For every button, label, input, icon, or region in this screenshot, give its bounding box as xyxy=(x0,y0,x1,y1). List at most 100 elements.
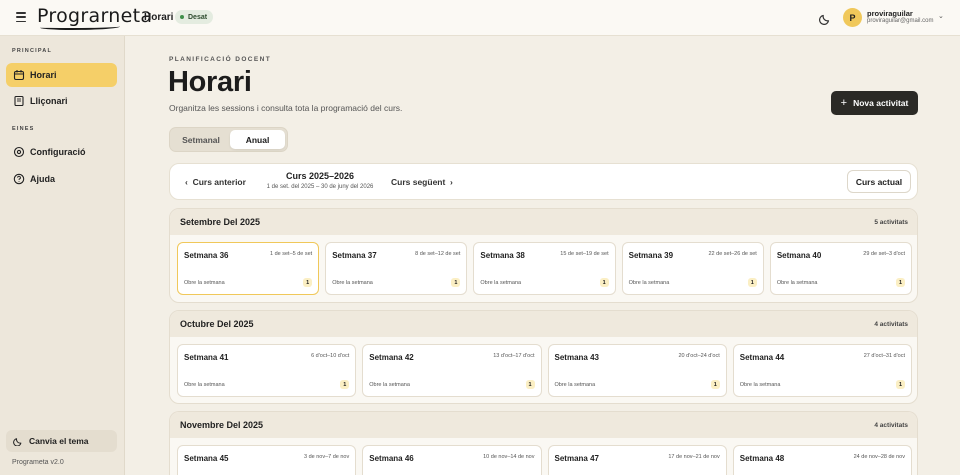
sidebar-item-ajuda[interactable]: Ajuda xyxy=(6,167,117,191)
chevron-down-icon[interactable]: ⌄ xyxy=(938,12,944,20)
week-name: Setmana 41 xyxy=(184,353,229,362)
month-card-setembre: Setembre Del 2025 5 activitats Setmana 3… xyxy=(169,208,918,303)
change-theme-label: Canvia el tema xyxy=(29,436,89,446)
previous-year-button[interactable]: ‹ Curs anterior xyxy=(185,177,246,187)
status-dot-icon xyxy=(180,15,184,19)
sidebar: PRINCIPAL Horari Lliçonari EINES Configu… xyxy=(0,36,125,475)
week-name: Setmana 39 xyxy=(628,251,674,260)
week-list: Setmana 45 3 de nov–7 de nov Setmana 46 10… xyxy=(177,445,912,475)
week-name: Setmana 43 xyxy=(554,353,599,362)
top-bar: Prograrneta Horari Desat P proviraguilar… xyxy=(0,0,960,36)
next-year-label: Curs següent xyxy=(391,177,446,187)
open-week-link[interactable]: Obre la setmana xyxy=(777,280,818,286)
sidebar-item-label: Lliçonari xyxy=(30,96,68,106)
week-card[interactable]: Setmana 40 29 de set–3 d'oct Obre la setma… xyxy=(769,242,913,295)
week-card[interactable]: Setmana 45 3 de nov–7 de nov xyxy=(177,445,357,475)
week-card[interactable]: Setmana 42 13 d'oct–17 d'oct Obre la setma… xyxy=(362,344,542,397)
month-card-octubre: Octubre Del 2025 4 activitats Setmana 41… xyxy=(169,310,918,404)
open-week-link[interactable]: Obre la setmana xyxy=(740,382,781,388)
week-range: 20 d'oct–24 d'oct xyxy=(678,353,720,359)
gear-icon xyxy=(13,146,25,158)
user-email: proviraguilar@gmail.com xyxy=(867,18,934,24)
sidebar-item-label: Configuració xyxy=(30,147,86,157)
open-week-link[interactable]: Obre la setmana xyxy=(332,280,373,286)
month-header: Novembre Del 2025 4 activitats xyxy=(170,412,917,438)
open-week-link[interactable]: Obre la setmana xyxy=(480,280,521,286)
week-card[interactable]: Setmana 46 10 de nov–14 de nov xyxy=(362,445,542,475)
week-range: 29 de set–3 d'oct xyxy=(863,251,906,257)
week-activity-count: 1 xyxy=(525,380,535,389)
week-list: Setmana 41 6 d'oct–10 d'oct Obre la setman… xyxy=(177,344,912,397)
week-activity-count: 1 xyxy=(896,380,905,389)
new-activity-button[interactable]: + Nova activitat xyxy=(831,91,918,115)
year-range: 1 de set. del 2025 – 30 de juny del 2026 xyxy=(266,184,374,190)
user-name[interactable]: proviraguilar xyxy=(867,9,913,18)
year-title: Curs 2025–2026 xyxy=(285,171,355,181)
week-name: Setmana 36 xyxy=(184,251,229,260)
change-theme-button[interactable]: Canvia el tema xyxy=(6,430,117,452)
open-week-link[interactable]: Obre la setmana xyxy=(629,280,670,286)
tab-anual[interactable]: Anual xyxy=(230,130,285,149)
open-week-link[interactable]: Obre la setmana xyxy=(184,382,225,388)
month-activity-count: 4 activitats xyxy=(874,321,908,328)
week-name: Setmana 46 xyxy=(369,454,414,463)
week-card[interactable]: Setmana 48 24 de nov–28 de nov xyxy=(732,445,912,475)
week-activity-count: 1 xyxy=(710,380,720,389)
week-name: Setmana 47 xyxy=(554,454,599,463)
week-activity-count: 1 xyxy=(896,278,906,287)
sidebar-item-horari[interactable]: Horari xyxy=(6,63,117,87)
year-navigator: ‹ Curs anterior Curs 2025–2026 1 de set.… xyxy=(169,163,918,200)
week-card[interactable]: Setmana 41 6 d'oct–10 d'oct Obre la setman… xyxy=(177,344,357,397)
week-range: 3 de nov–7 de nov xyxy=(303,454,350,460)
week-range: 10 de nov–14 de nov xyxy=(483,454,535,460)
sidebar-section-label: EINES xyxy=(12,126,35,132)
month-name: Setembre Del 2025 xyxy=(180,217,261,227)
open-week-link[interactable]: Obre la setmana xyxy=(555,382,596,388)
page-eyebrow: PLANIFICACIÓ DOCENT xyxy=(169,56,272,63)
week-card[interactable]: Setmana 44 27 d'oct–31 d'oct Obre la setma… xyxy=(732,344,912,397)
month-activity-count: 4 activitats xyxy=(874,422,908,429)
current-year-button[interactable]: Curs actual xyxy=(847,170,911,193)
week-name: Setmana 37 xyxy=(332,251,377,260)
page-subtitle: Organitza les sessions i consulta tota l… xyxy=(169,103,403,113)
month-activity-count: 5 activitats xyxy=(874,219,908,226)
open-week-link[interactable]: Obre la setmana xyxy=(184,280,225,286)
chevron-left-icon: ‹ xyxy=(185,177,193,187)
week-range: 17 de nov–21 de nov xyxy=(668,454,720,460)
week-range: 13 d'oct–17 d'oct xyxy=(493,353,535,359)
calendar-icon xyxy=(13,70,25,81)
week-range: 27 d'oct–31 d'oct xyxy=(863,353,905,359)
open-week-link[interactable]: Obre la setmana xyxy=(369,382,410,388)
week-card[interactable]: Setmana 39 22 de set–26 de set Obre la set… xyxy=(621,242,764,295)
plus-icon: + xyxy=(840,97,848,109)
sidebar-item-configuracio[interactable]: Configuració xyxy=(6,140,117,164)
sidebar-item-lliconari[interactable]: Lliçonari xyxy=(6,89,117,113)
week-activity-count: 1 xyxy=(451,278,461,287)
moon-icon[interactable] xyxy=(819,11,833,25)
book-icon xyxy=(14,95,24,107)
new-activity-label: Nova activitat xyxy=(853,98,909,108)
week-activity-count: 1 xyxy=(747,278,757,287)
week-range: 24 de nov–28 de nov xyxy=(853,454,905,460)
moon-icon xyxy=(13,438,22,446)
week-card[interactable]: Setmana 47 17 de nov–21 de nov xyxy=(547,445,727,475)
week-name: Setmana 44 xyxy=(739,353,785,362)
week-card[interactable]: Setmana 43 20 d'oct–24 d'oct Obre la setma… xyxy=(547,344,727,397)
tab-setmanal[interactable]: Setmanal xyxy=(172,130,230,149)
week-card[interactable]: Setmana 38 15 de set–19 de set Obre la set… xyxy=(473,242,616,295)
sidebar-section-label: PRINCIPAL xyxy=(12,48,53,54)
month-name: Novembre Del 2025 xyxy=(180,420,264,430)
week-card[interactable]: Setmana 37 8 de set–12 de set Obre la setm… xyxy=(325,242,468,295)
sidebar-item-label: Horari xyxy=(30,70,57,80)
week-card[interactable]: Setmana 36 1 de set–5 de set Obre la setma… xyxy=(177,242,320,295)
week-name: Setmana 45 xyxy=(184,454,229,463)
week-activity-count: 1 xyxy=(340,380,350,389)
next-year-button[interactable]: Curs següent › xyxy=(391,177,453,187)
month-card-novembre: Novembre Del 2025 4 activitats Setmana 4… xyxy=(169,411,918,475)
week-range: 8 de set–12 de set xyxy=(415,251,461,257)
menu-icon[interactable] xyxy=(16,12,26,22)
sidebar-item-label: Ajuda xyxy=(30,174,56,184)
week-range: 1 de set–5 de set xyxy=(270,251,313,257)
view-toggle: Setmanal Anual xyxy=(169,127,288,152)
avatar[interactable]: P xyxy=(843,8,862,27)
